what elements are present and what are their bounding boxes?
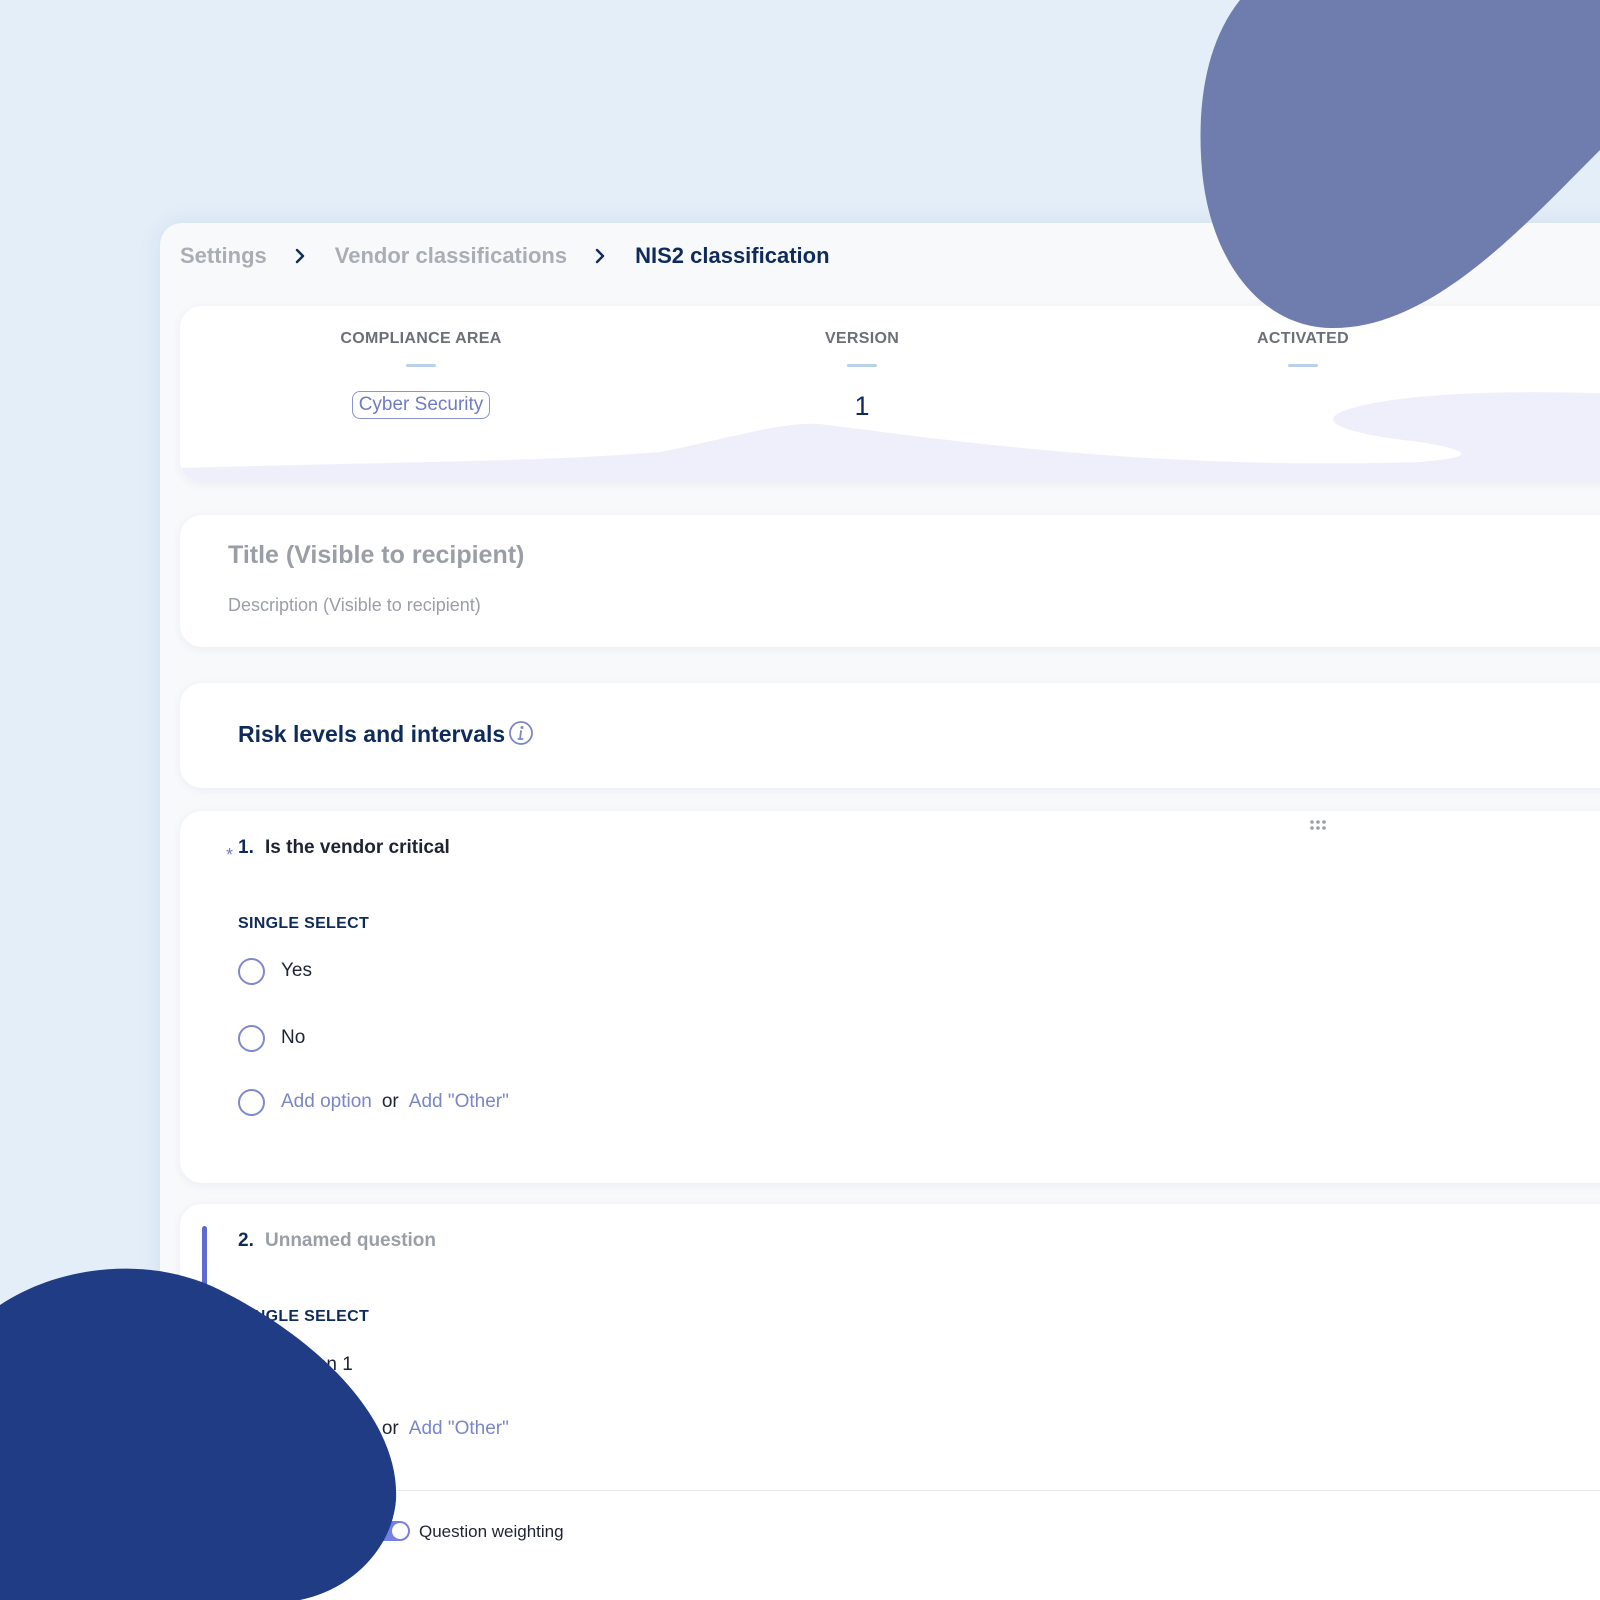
question-number: 2. bbox=[238, 1230, 254, 1251]
option-label[interactable]: Yes bbox=[281, 960, 312, 982]
required-asterisk: * bbox=[226, 845, 234, 865]
question-weighting-label: Question weighting bbox=[419, 1522, 564, 1541]
radio-button[interactable] bbox=[238, 957, 265, 985]
add-other-link[interactable]: Add "Other" bbox=[409, 1418, 509, 1440]
add-option-link[interactable]: Add option bbox=[281, 1418, 372, 1440]
breadcrumb-vendor-classifications[interactable]: Vendor classifications bbox=[335, 243, 567, 269]
drag-handle-icon[interactable] bbox=[1309, 819, 1327, 831]
toggle-knob bbox=[392, 1523, 408, 1539]
or-text: or bbox=[381, 1091, 399, 1112]
radio-button bbox=[238, 1415, 265, 1443]
title-input[interactable]: Title (Visible to recipient) bbox=[228, 541, 524, 570]
question-type-label: SINGLE SELECT bbox=[238, 915, 370, 932]
chevron-right-icon bbox=[294, 248, 308, 264]
question-title[interactable]: Is the vendor critical bbox=[265, 837, 450, 859]
risk-levels-card[interactable]: Risk levels and intervals bbox=[180, 683, 1600, 788]
radio-button[interactable] bbox=[238, 1024, 265, 1052]
divider bbox=[406, 364, 436, 367]
question-number: 1. bbox=[238, 837, 254, 858]
breadcrumb-settings[interactable]: Settings bbox=[180, 243, 267, 269]
add-other-link[interactable]: Add "Other" bbox=[409, 1091, 509, 1113]
info-icon[interactable] bbox=[508, 720, 534, 746]
required-toggle-label: Required bbox=[289, 1522, 358, 1541]
activated-column: ACTIVATED bbox=[1173, 330, 1433, 367]
required-toggle[interactable] bbox=[238, 1521, 278, 1541]
question-weighting-toggle[interactable] bbox=[370, 1521, 410, 1541]
version-label: VERSION bbox=[824, 330, 900, 347]
decorative-wave bbox=[180, 392, 1600, 482]
question-card-2[interactable]: 2. Unnamed question SINGLE SELECT Option… bbox=[180, 1204, 1600, 1600]
question-type-label: SINGLE SELECT bbox=[238, 1308, 370, 1325]
description-input[interactable]: Description (Visible to recipient) bbox=[228, 595, 481, 616]
question-title[interactable]: Unnamed question bbox=[265, 1230, 436, 1252]
or-text: or bbox=[381, 1418, 399, 1439]
radio-button bbox=[238, 1088, 265, 1116]
option-label[interactable]: Option 1 bbox=[281, 1354, 353, 1376]
breadcrumb-current: NIS2 classification bbox=[635, 243, 830, 268]
toggle-knob bbox=[260, 1523, 276, 1539]
breadcrumb: Settings Vendor classifications NIS2 cla… bbox=[180, 240, 830, 272]
add-option-row: Add option or Add "Other" bbox=[238, 1414, 509, 1444]
title-card: Title (Visible to recipient) Description… bbox=[180, 515, 1600, 647]
option-row[interactable]: No bbox=[238, 1023, 305, 1053]
radio-button[interactable] bbox=[238, 1351, 265, 1379]
option-row[interactable]: Yes bbox=[238, 956, 312, 986]
activated-label: ACTIVATED bbox=[1257, 330, 1349, 347]
option-row[interactable]: Option 1 bbox=[238, 1350, 353, 1380]
divider bbox=[180, 1490, 1600, 1491]
add-option-row: Add option or Add "Other" bbox=[238, 1087, 509, 1117]
risk-levels-title: Risk levels and intervals bbox=[238, 721, 506, 747]
option-label[interactable]: No bbox=[281, 1027, 305, 1049]
divider bbox=[1288, 364, 1318, 367]
divider bbox=[847, 364, 877, 367]
compliance-area-label: COMPLIANCE AREA bbox=[340, 330, 502, 347]
chevron-right-icon bbox=[594, 248, 608, 264]
question-card-1[interactable]: * 1. Is the vendor critical SINGLE SELEC… bbox=[180, 811, 1600, 1183]
active-question-indicator bbox=[202, 1226, 207, 1568]
classification-meta-card: COMPLIANCE AREA Cyber Security VERSION 1… bbox=[180, 306, 1600, 482]
add-option-link[interactable]: Add option bbox=[281, 1091, 372, 1113]
